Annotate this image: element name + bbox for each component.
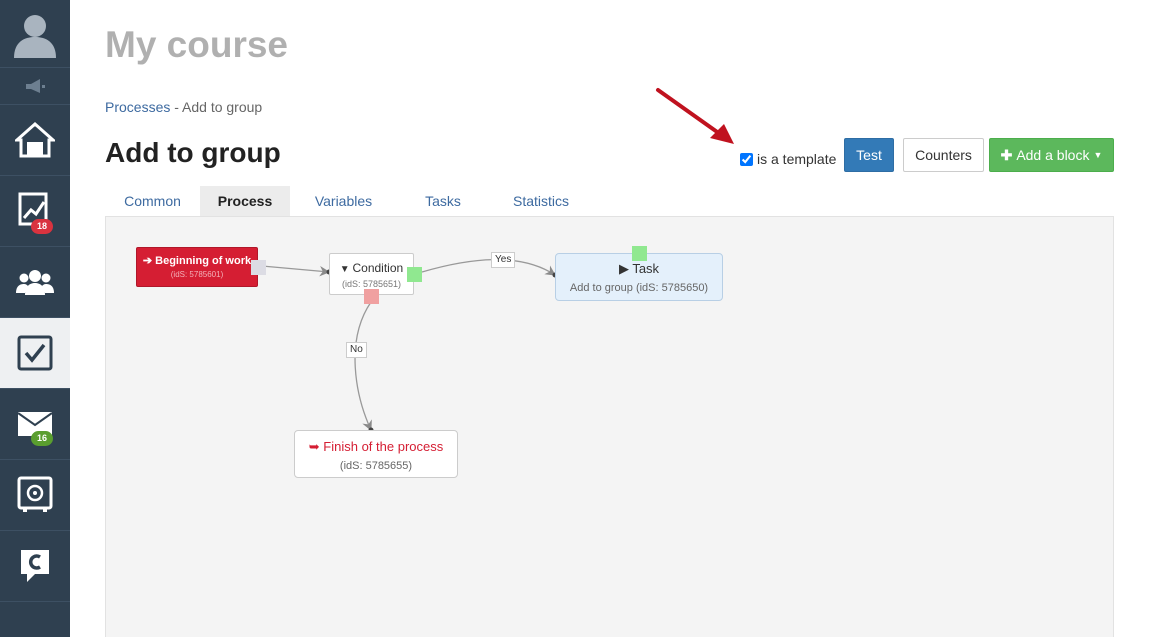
node-finish[interactable]: ➥ Finish of the process (idS: 5785655) xyxy=(294,430,458,478)
condition-yes-port[interactable] xyxy=(407,267,422,282)
edge-label-no: No xyxy=(346,342,367,358)
node-start-id: (idS: 5785601) xyxy=(170,270,224,279)
node-condition-title: Condition xyxy=(352,261,404,275)
node-task-subtitle: Add to group (idS: 5785650) xyxy=(569,282,709,294)
edge-label-yes: Yes xyxy=(491,252,516,268)
edge-condition-task xyxy=(421,258,556,276)
node-finish-id: (idS: 5785655) xyxy=(339,460,413,472)
start-output-port[interactable] xyxy=(251,260,266,275)
edge-condition-finish xyxy=(354,301,372,431)
play-icon: ▶ xyxy=(618,261,633,276)
flow-edges xyxy=(261,258,558,433)
filter-icon: ▼ xyxy=(339,264,353,275)
node-beginning-of-work[interactable]: ➔ Beginning of work (idS: 5785601) xyxy=(136,247,258,287)
node-condition-id: (idS: 5785651) xyxy=(341,279,402,289)
node-start-title: Beginning of work xyxy=(155,255,252,267)
condition-no-port[interactable] xyxy=(364,289,379,304)
task-output-port[interactable] xyxy=(632,246,647,261)
sign-out-icon: ➥ xyxy=(308,439,324,454)
node-finish-title: Finish of the process xyxy=(323,439,444,454)
node-task-title: Task xyxy=(632,261,660,276)
edge-start-condition xyxy=(261,265,331,277)
sign-in-icon: ➔ xyxy=(142,255,156,267)
